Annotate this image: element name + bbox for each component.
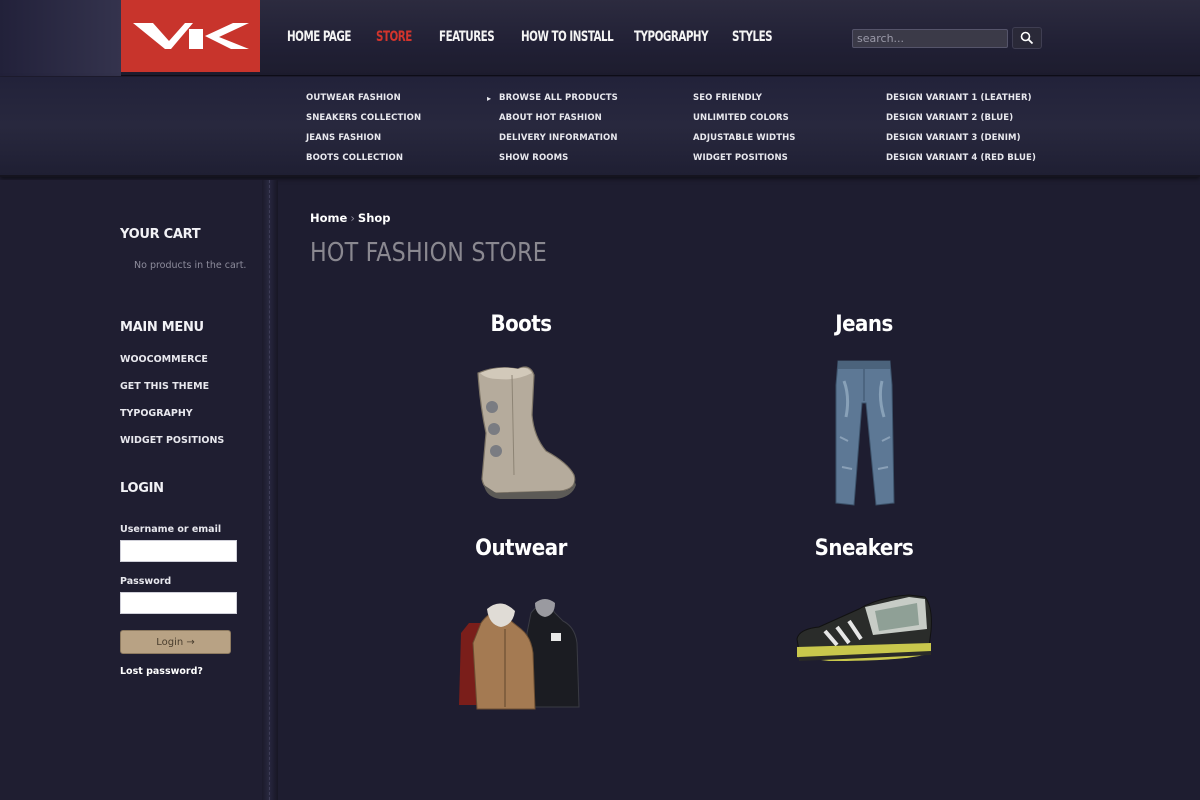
mega-item-design-variant-2[interactable]: Design Variant 2 (Blue)	[886, 111, 1036, 131]
category-sneakers[interactable]: Sneakers	[788, 536, 940, 669]
category-title-boots: Boots	[490, 312, 552, 337]
cart-heading: Your Cart	[120, 227, 201, 242]
mega-item-seo-friendly[interactable]: SEO Friendly	[693, 91, 796, 111]
search-input[interactable]	[852, 29, 1008, 48]
breadcrumb: Home › Shop	[310, 211, 391, 225]
mega-item-about-hot-fashion[interactable]: About Hot Fashion	[499, 111, 618, 131]
site-logo[interactable]	[121, 0, 260, 72]
nav-item-how-to-install[interactable]: How to Install	[521, 29, 614, 45]
nav-item-home-page[interactable]: Home Page	[287, 29, 351, 45]
nav-item-styles[interactable]: Styles	[732, 29, 773, 45]
category-jeans[interactable]: Jeans	[788, 312, 940, 509]
vk-logo-icon	[132, 23, 249, 49]
mega-column-design-variants: Design Variant 1 (Leather) Design Varian…	[886, 91, 1036, 171]
mega-item-design-variant-1[interactable]: Design Variant 1 (Leather)	[886, 91, 1036, 111]
mega-item-jeans-fashion[interactable]: Jeans Fashion	[306, 131, 421, 151]
sidebar-divider	[262, 180, 278, 800]
login-button[interactable]: Login →	[120, 630, 231, 654]
username-field[interactable]	[120, 540, 237, 562]
topbar-left-panel	[0, 0, 121, 76]
mega-item-boots-collection[interactable]: Boots Collection	[306, 151, 421, 171]
login-heading: Login	[120, 481, 164, 496]
main-menu-heading: Main Menu	[120, 320, 204, 335]
page-title: HOT FASHION STORE	[310, 238, 547, 268]
breadcrumb-home[interactable]: Home	[310, 211, 347, 225]
outwear-image-icon	[459, 599, 580, 710]
category-boots[interactable]: Boots	[445, 312, 597, 505]
mega-item-outwear-fashion[interactable]: Outwear Fashion	[306, 91, 421, 111]
category-title-sneakers: Sneakers	[814, 536, 914, 561]
sneakers-image-icon	[796, 594, 932, 661]
sidebar-item-get-this-theme[interactable]: Get This Theme	[120, 381, 209, 392]
mega-column-store-info: Browse All Products About Hot Fashion De…	[499, 91, 618, 171]
store-mega-menu: Outwear Fashion Sneakers Collection Jean…	[0, 77, 1200, 177]
breadcrumb-shop[interactable]: Shop	[358, 211, 391, 225]
mega-item-adjustable-widths[interactable]: Adjustable Widths	[693, 131, 796, 151]
mega-item-browse-all-products[interactable]: Browse All Products	[499, 91, 618, 111]
mega-item-design-variant-4[interactable]: Design Variant 4 (Red Blue)	[886, 151, 1036, 171]
top-navigation-bar: Home Page Store Features How to Install …	[0, 0, 1200, 76]
jeans-image-icon	[835, 360, 895, 506]
password-field[interactable]	[120, 592, 237, 614]
mega-column-collections: Outwear Fashion Sneakers Collection Jean…	[306, 91, 421, 171]
category-title-outwear: Outwear	[475, 536, 567, 561]
nav-item-features[interactable]: Features	[439, 29, 495, 45]
mega-item-design-variant-3[interactable]: Design Variant 3 (Denim)	[886, 131, 1036, 151]
category-title-jeans: Jeans	[835, 312, 893, 337]
boots-image-icon	[477, 366, 576, 499]
nav-item-store[interactable]: Store	[376, 29, 412, 45]
lost-password-link[interactable]: Lost password?	[120, 666, 203, 677]
breadcrumb-separator: ›	[350, 211, 355, 225]
mega-item-show-rooms[interactable]: Show Rooms	[499, 151, 618, 171]
search-icon	[1020, 31, 1034, 45]
username-label: Username or email	[120, 524, 222, 535]
sidebar-item-woocommerce[interactable]: WooCommerce	[120, 354, 208, 365]
search-button[interactable]	[1012, 27, 1042, 49]
cart-empty-message: No products in the cart.	[134, 260, 247, 271]
mega-item-sneakers-collection[interactable]: Sneakers Collection	[306, 111, 421, 131]
mega-item-widget-positions[interactable]: Widget Positions	[693, 151, 796, 171]
category-outwear[interactable]: Outwear	[445, 536, 597, 713]
password-label: Password	[120, 576, 172, 587]
mega-menu-arrow-icon: ▸	[487, 94, 492, 103]
mega-item-unlimited-colors[interactable]: Unlimited Colors	[693, 111, 796, 131]
nav-item-typography[interactable]: Typography	[634, 29, 709, 45]
mega-item-delivery-information[interactable]: Delivery Information	[499, 131, 618, 151]
sidebar-item-typography[interactable]: Typography	[120, 408, 193, 419]
sidebar-item-widget-positions[interactable]: Widget Positions	[120, 435, 224, 446]
mega-column-features: SEO Friendly Unlimited Colors Adjustable…	[693, 91, 796, 171]
